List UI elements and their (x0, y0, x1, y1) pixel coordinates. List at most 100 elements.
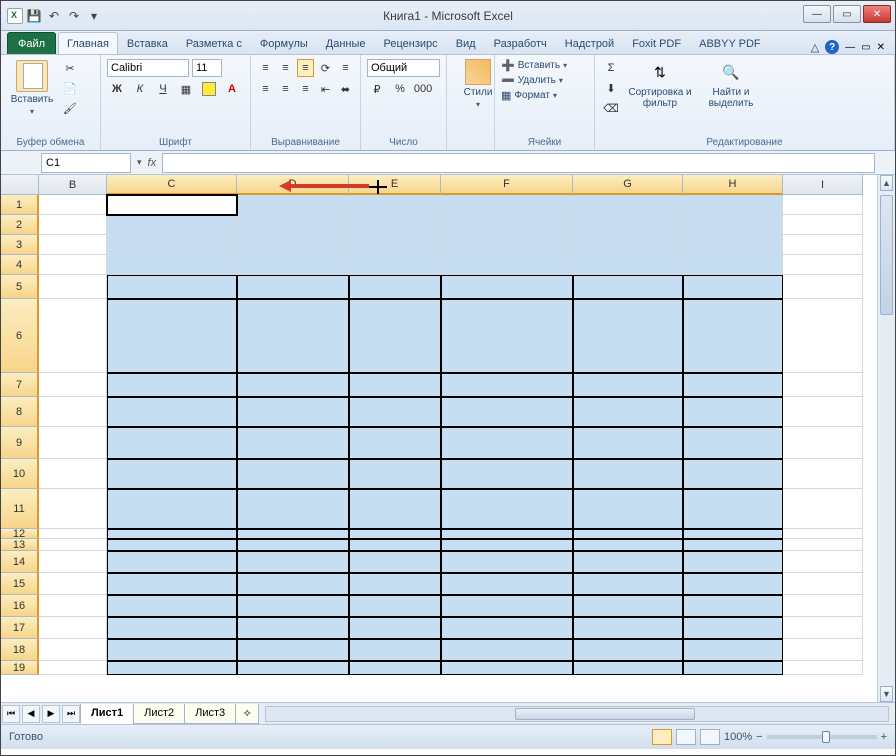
undo-button[interactable]: ↶ (45, 7, 63, 25)
cell-F13[interactable] (441, 539, 573, 551)
cell-G5[interactable] (573, 275, 683, 299)
qat-more[interactable]: ▾ (85, 7, 103, 25)
cell-E5[interactable] (349, 275, 441, 299)
cell-C14[interactable] (107, 551, 237, 573)
tab-file[interactable]: Файл (7, 32, 56, 54)
sheet-tab-1[interactable]: Лист1 (80, 704, 134, 724)
view-pagebreak-button[interactable] (700, 729, 720, 745)
tab-foxit[interactable]: Foxit PDF (623, 32, 690, 54)
cell-D19[interactable] (237, 661, 349, 675)
cell-I4[interactable] (783, 255, 863, 275)
cell-I13[interactable] (783, 539, 863, 551)
cell-C18[interactable] (107, 639, 237, 661)
cell-B11[interactable] (39, 489, 107, 529)
row-header-7[interactable]: 7 (1, 373, 39, 397)
fx-icon[interactable]: fx (148, 157, 157, 169)
scroll-up-button[interactable]: ▲ (880, 175, 893, 191)
format-cells-button[interactable]: Формат (514, 90, 550, 101)
font-color-button[interactable]: A (222, 80, 242, 98)
row-header-13[interactable]: 13 (1, 539, 39, 551)
doc-close-icon[interactable]: ✕ (877, 42, 885, 53)
cell-B16[interactable] (39, 595, 107, 617)
cell-H15[interactable] (683, 573, 783, 595)
cell-E9[interactable] (349, 427, 441, 459)
cell-C3[interactable] (107, 235, 237, 255)
fill-color-button[interactable] (199, 80, 219, 98)
cell-I7[interactable] (783, 373, 863, 397)
percent-button[interactable]: % (390, 80, 410, 98)
row-header-5[interactable]: 5 (1, 275, 39, 299)
redo-button[interactable]: ↷ (65, 7, 83, 25)
sheet-nav-first[interactable]: ⏮ (2, 705, 20, 723)
cell-H17[interactable] (683, 617, 783, 639)
cell-G15[interactable] (573, 573, 683, 595)
cell-F1[interactable] (441, 195, 573, 215)
column-header-I[interactable]: I (783, 175, 863, 195)
cell-D17[interactable] (237, 617, 349, 639)
column-header-B[interactable]: B (39, 175, 107, 195)
cell-D18[interactable] (237, 639, 349, 661)
cell-G4[interactable] (573, 255, 683, 275)
column-header-G[interactable]: G (573, 175, 683, 195)
orientation-button[interactable]: ⟳ (317, 59, 334, 77)
column-header-H[interactable]: H (683, 175, 783, 195)
cell-C12[interactable] (107, 529, 237, 539)
column-header-C[interactable]: C (107, 175, 237, 195)
number-format-combo[interactable]: Общий (367, 59, 440, 77)
tab-pagelayout[interactable]: Разметка с (177, 32, 251, 54)
autosum-button[interactable]: Σ (601, 59, 621, 77)
currency-button[interactable]: ₽ (367, 80, 387, 98)
cell-B15[interactable] (39, 573, 107, 595)
insert-cells-button[interactable]: Вставить (518, 60, 560, 71)
comma-button[interactable]: 000 (413, 80, 433, 98)
cell-H18[interactable] (683, 639, 783, 661)
cell-H14[interactable] (683, 551, 783, 573)
name-box[interactable]: C1 (41, 153, 131, 173)
align-center-button[interactable]: ≡ (277, 80, 294, 98)
fill-button[interactable]: ⬇ (601, 79, 621, 97)
cell-E1[interactable] (349, 195, 441, 215)
font-name-combo[interactable]: Calibri (107, 59, 189, 77)
cell-E12[interactable] (349, 529, 441, 539)
cell-C8[interactable] (107, 397, 237, 427)
cell-H4[interactable] (683, 255, 783, 275)
cell-C11[interactable] (107, 489, 237, 529)
cell-G11[interactable] (573, 489, 683, 529)
row-header-8[interactable]: 8 (1, 397, 39, 427)
cell-I6[interactable] (783, 299, 863, 373)
cell-H2[interactable] (683, 215, 783, 235)
cell-F9[interactable] (441, 427, 573, 459)
cell-B17[interactable] (39, 617, 107, 639)
cell-I16[interactable] (783, 595, 863, 617)
cell-D15[interactable] (237, 573, 349, 595)
cell-G2[interactable] (573, 215, 683, 235)
cell-B18[interactable] (39, 639, 107, 661)
cell-G13[interactable] (573, 539, 683, 551)
cell-I14[interactable] (783, 551, 863, 573)
maximize-button[interactable]: ▭ (833, 5, 861, 23)
cell-I5[interactable] (783, 275, 863, 299)
cell-E19[interactable] (349, 661, 441, 675)
cell-D4[interactable] (237, 255, 349, 275)
namebox-dd[interactable]: ▾ (137, 157, 142, 168)
tab-data[interactable]: Данные (317, 32, 375, 54)
row-header-12[interactable]: 12 (1, 529, 39, 539)
cell-I19[interactable] (783, 661, 863, 675)
cell-F6[interactable] (441, 299, 573, 373)
row-header-19[interactable]: 19 (1, 661, 39, 675)
zoom-out-button[interactable]: − (756, 731, 762, 743)
cell-B19[interactable] (39, 661, 107, 675)
bold-button[interactable]: Ж (107, 80, 127, 98)
cell-I15[interactable] (783, 573, 863, 595)
zoom-slider[interactable] (767, 735, 877, 739)
cell-C9[interactable] (107, 427, 237, 459)
cell-B1[interactable] (39, 195, 107, 215)
cell-D16[interactable] (237, 595, 349, 617)
row-headers[interactable]: 12345678910111213141516171819 (1, 195, 39, 675)
paste-button[interactable]: Вставить ▾ (7, 60, 57, 116)
sheet-nav-next[interactable]: ▶ (42, 705, 60, 723)
cells-area[interactable] (39, 195, 877, 702)
minimize-button[interactable]: — (803, 5, 831, 23)
cell-B3[interactable] (39, 235, 107, 255)
sheet-tab-3[interactable]: Лист3 (184, 704, 236, 724)
